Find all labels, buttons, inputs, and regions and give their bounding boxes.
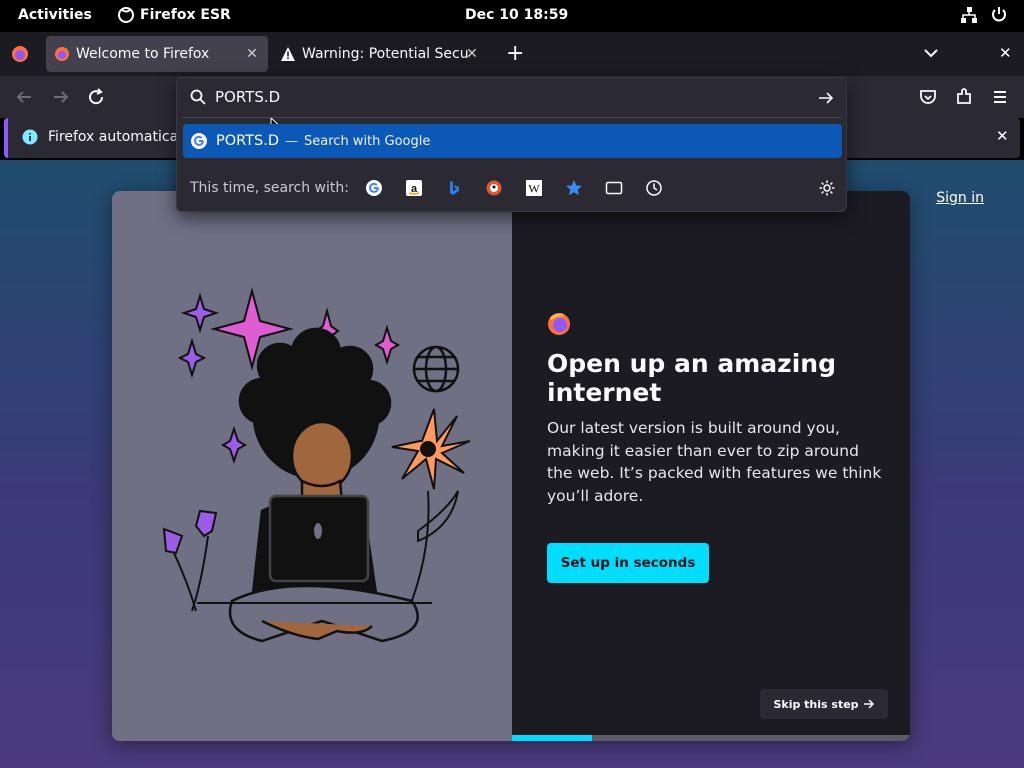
firefox-favicon-icon [54, 46, 70, 62]
pocket-icon[interactable] [917, 86, 939, 108]
flower-shape [391, 408, 471, 612]
person-shape [197, 327, 432, 643]
power-icon[interactable] [990, 6, 1008, 24]
new-tab-icon[interactable]: + [506, 43, 524, 65]
firefox-logo-icon [118, 7, 134, 23]
page-content: Sign in Open up an amazing internet Our … [0, 160, 1024, 768]
system-tray[interactable] [960, 6, 1008, 24]
urlbar-dropdown: PORTS.D PORTS.D — Search with Google Thi… [176, 77, 847, 212]
close-tab-icon[interactable]: ✕ [464, 46, 480, 62]
search-with-label: This time, search with: [190, 180, 349, 196]
one-off-search-bar: This time, search with: a W [177, 170, 848, 206]
tab-bar: Welcome to Firefox ✕ Warning: Potential … [0, 32, 1024, 76]
google-icon [191, 133, 207, 149]
tab-title: Welcome to Firefox [76, 46, 210, 62]
suggestion-row-google[interactable]: PORTS.D — Search with Google [183, 124, 842, 158]
suggestion-action: Search with Google [304, 133, 431, 149]
page-description: Our latest version is built around you, … [547, 419, 882, 505]
google-icon[interactable] [365, 179, 383, 197]
onboarding-card: Open up an amazing internet Our latest v… [112, 191, 910, 741]
go-arrow-icon[interactable] [818, 90, 834, 106]
history-icon[interactable] [645, 179, 663, 197]
content-panel: Open up an amazing internet Our latest v… [512, 191, 910, 741]
tab-title: Warning: Potential Securi [302, 46, 470, 62]
clock[interactable]: Dec 10 18:59 [465, 7, 568, 23]
globe-shape [412, 345, 460, 393]
app-menu[interactable]: Firefox ESR [118, 7, 231, 23]
warning-icon [280, 46, 296, 62]
activities-button[interactable]: Activities [18, 7, 92, 23]
onboarding-progress [512, 735, 910, 741]
bing-icon[interactable] [445, 179, 463, 197]
suggestion-separator: — [285, 133, 299, 149]
amazon-icon[interactable]: a [405, 179, 423, 197]
urlbar-input[interactable]: PORTS.D [215, 88, 280, 106]
urlbar[interactable]: PORTS.D [177, 78, 848, 137]
illustration-panel [112, 191, 512, 741]
extensions-icon[interactable] [953, 86, 975, 108]
svg-text:W: W [528, 182, 540, 196]
reload-icon[interactable] [85, 86, 107, 108]
app-name-label: Firefox ESR [140, 7, 231, 23]
close-notification-icon[interactable]: ✕ [996, 127, 1009, 145]
tab-warning[interactable]: Warning: Potential Securi ✕ [272, 36, 494, 72]
sign-in-link[interactable]: Sign in [936, 190, 984, 206]
illustration-image [162, 287, 471, 643]
suggestion-text: PORTS.D [216, 133, 280, 149]
list-tabs-icon[interactable] [922, 44, 940, 66]
close-window-icon[interactable]: ✕ [999, 44, 1012, 62]
settings-gear-icon[interactable] [818, 179, 836, 197]
bellflower-shape [162, 509, 218, 612]
firefox-view-button[interactable] [10, 44, 30, 64]
skip-label: Skip this step [773, 697, 859, 711]
tabs-icon[interactable] [605, 179, 623, 197]
info-icon [22, 129, 38, 149]
firefox-logo-icon [12, 46, 28, 62]
page-title: Open up an amazing internet [547, 349, 836, 407]
firefox-logo-icon [547, 312, 571, 336]
menu-icon[interactable] [989, 86, 1011, 108]
network-icon[interactable] [960, 6, 978, 24]
wikipedia-icon[interactable]: W [525, 179, 543, 197]
duckduckgo-icon[interactable] [485, 179, 503, 197]
notification-text: Firefox automatically [48, 129, 195, 145]
close-tab-icon[interactable]: ✕ [244, 46, 260, 62]
tab-welcome[interactable]: Welcome to Firefox ✕ [46, 36, 268, 72]
back-icon[interactable] [13, 86, 35, 108]
skip-button[interactable]: Skip this step [760, 689, 888, 719]
search-icon [190, 89, 206, 105]
setup-button[interactable]: Set up in seconds [547, 543, 709, 583]
arrow-right-icon [863, 699, 874, 709]
system-top-bar: Activities Firefox ESR Dec 10 18:59 [0, 0, 1024, 32]
forward-icon[interactable] [50, 86, 72, 108]
bookmarks-star-icon[interactable] [565, 179, 583, 197]
progress-fill [512, 735, 592, 741]
divider [183, 117, 842, 118]
